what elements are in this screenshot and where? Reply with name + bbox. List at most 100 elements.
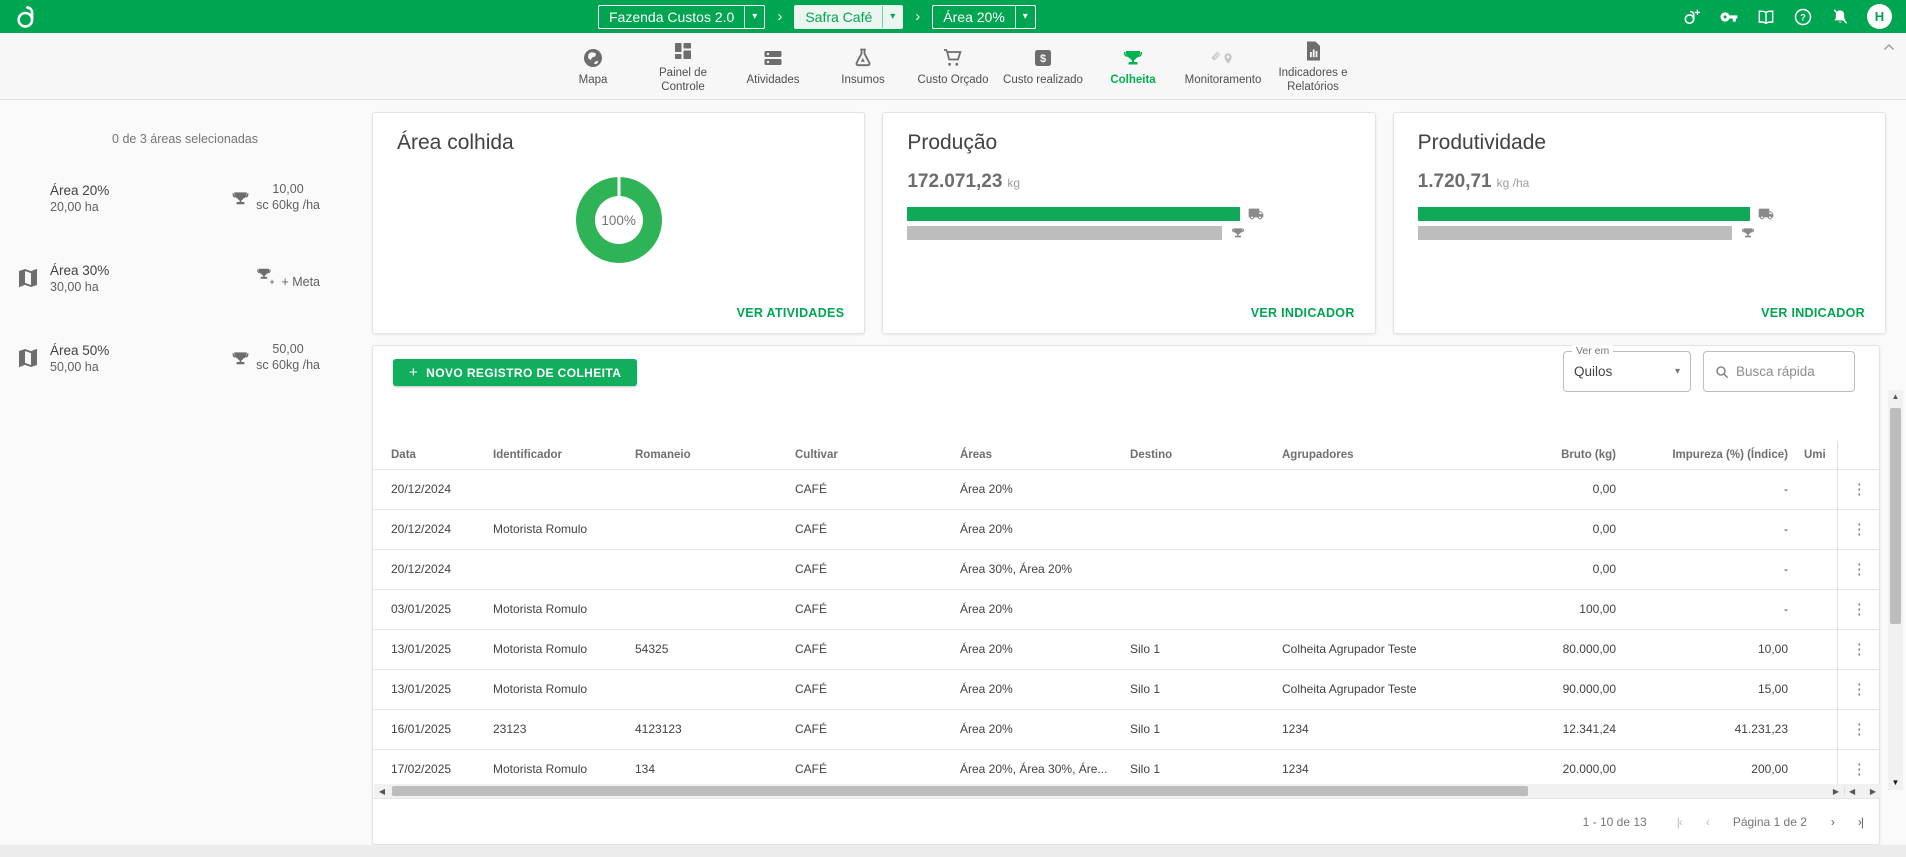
area-item-area-30[interactable]: Área 30%30,00 ha++ Meta [10,252,360,304]
table-row[interactable]: 03/01/2025Motorista RomuloCAFÉÁrea 20%10… [373,589,1881,629]
unit-select[interactable]: Ver em Quilos ▾ [1563,351,1691,392]
nav-item-custo-realizado[interactable]: $Custo realizado [1003,45,1083,87]
cell-romaneio [627,669,787,709]
area-goal-text: + Meta [281,275,320,291]
key-icon[interactable] [1719,7,1739,27]
see-indicator-link[interactable]: VER INDICADOR [1251,306,1355,320]
area-goal[interactable]: 50,00sc 60kg /ha [230,342,320,373]
notifications-off-icon[interactable] [1830,7,1850,27]
search-input[interactable] [1736,364,1844,379]
nav-item-monitoramento[interactable]: PROMonitoramento [1183,45,1263,87]
cell-umi [1796,749,1837,789]
row-actions-kebab-icon[interactable]: ⋮ [1837,709,1881,749]
column-header-identificador[interactable]: Identificador [485,441,627,469]
area-item-area-20[interactable]: Área 20%20,00 ha10,00sc 60kg /ha [10,172,360,224]
scroll-right-icon[interactable]: ▶ [1870,787,1876,796]
area-selector[interactable]: Área 20% ▾ [932,5,1036,29]
area-item-area-50[interactable]: Área 50%50,00 ha50,00sc 60kg /ha [10,332,360,384]
column-header-cultivar[interactable]: Cultivar [787,441,952,469]
table-row[interactable]: 17/02/2025Motorista Romulo134CAFÉÁrea 20… [373,749,1881,789]
table-row[interactable]: 16/01/2025231234123123CAFÉÁrea 20%Silo 1… [373,709,1881,749]
knowledge-book-icon[interactable] [1756,7,1776,27]
previous-page-icon[interactable]: ‹ [1706,815,1709,829]
column-header-destino[interactable]: Destino [1122,441,1274,469]
table-row[interactable]: 20/12/2024Motorista RomuloCAFÉÁrea 20%0,… [373,509,1881,549]
row-actions-kebab-icon[interactable]: ⋮ [1837,509,1881,549]
nav-item-colheita[interactable]: Colheita [1093,45,1173,87]
cell-romaneio [627,589,787,629]
svg-text:PRO: PRO [1213,51,1221,59]
cell-impureza-indice: 15,00 [1624,669,1796,709]
hscroll-track[interactable] [390,785,1828,797]
aegro-logo-icon[interactable] [14,4,40,30]
scroll-up-icon[interactable]: ▲ [1892,390,1900,404]
table-row[interactable]: 20/12/2024CAFÉÁrea 30%, Área 20%0,00-⋮ [373,549,1881,589]
table-header-row: DataIdentificadorRomaneioCultivarÁreasDe… [373,441,1881,469]
cell-areas: Área 30%, Área 20% [952,549,1122,589]
column-header-areas[interactable]: Áreas [952,441,1122,469]
table-row[interactable]: 20/12/2024CAFÉÁrea 20%0,00-⋮ [373,469,1881,509]
invite-user-icon[interactable] [1682,7,1702,27]
cell-romaneio [627,469,787,509]
area-goal[interactable]: 10,00sc 60kg /ha [230,182,320,213]
nav-item-indicadores-e-relatorios[interactable]: Indicadores e Relatórios [1273,38,1353,93]
scroll-down-icon[interactable]: ▼ [1892,776,1900,790]
scroll-right-icon[interactable]: ▶ [1828,787,1844,796]
row-actions-kebab-icon[interactable]: ⋮ [1837,749,1881,789]
row-actions-kebab-icon[interactable]: ⋮ [1837,629,1881,669]
user-avatar[interactable]: H [1867,4,1892,29]
new-harvest-record-button[interactable]: + NOVO REGISTRO DE COLHEITA [393,359,637,386]
area-name: Área 50% [50,343,230,358]
farm-selector[interactable]: Fazenda Custos 2.0 ▾ [598,5,765,29]
collapse-nav-icon[interactable] [1880,39,1898,57]
column-header-romaneio[interactable]: Romaneio [627,441,787,469]
report-document-icon [1300,38,1326,64]
cell-identificador: Motorista Romulo [485,629,627,669]
table-controls: Ver em Quilos ▾ [1563,351,1855,392]
nav-item-mapa[interactable]: Mapa [553,45,633,87]
row-actions-kebab-icon[interactable]: ⋮ [1837,549,1881,589]
column-header-agrupadores[interactable]: Agrupadores [1274,441,1479,469]
vscroll-thumb[interactable] [1890,408,1901,624]
hscroll-thumb[interactable] [392,786,1528,796]
help-icon[interactable]: ? [1793,7,1813,27]
flask-icon [850,45,876,71]
row-actions-kebab-icon[interactable]: ⋮ [1837,469,1881,509]
cell-areas: Área 20% [952,469,1122,509]
table-row[interactable]: 13/01/2025Motorista RomuloCAFÉÁrea 20%Si… [373,669,1881,709]
nav-item-atividades[interactable]: Atividades [733,45,813,87]
nav-item-insumos[interactable]: Insumos [823,45,903,87]
cell-bruto-kg: 0,00 [1479,469,1624,509]
cell-destino [1122,469,1274,509]
plus-icon: + [409,364,418,381]
see-activities-link[interactable]: VER ATIVIDADES [737,306,845,320]
area-goal[interactable]: ++ Meta [255,265,320,291]
column-header-bruto-kg[interactable]: Bruto (kg) [1479,441,1624,469]
last-page-icon[interactable]: ›| [1858,815,1863,829]
area-size: 30,00 ha [50,280,255,294]
cell-data: 17/02/2025 [373,749,485,789]
cell-umi [1796,549,1837,589]
areas-sidebar: 0 de 3 áreas selecionadas Área 20%20,00 … [0,100,370,845]
cell-identificador [485,469,627,509]
table-row[interactable]: 13/01/2025Motorista Romulo54325CAFÉÁrea … [373,629,1881,669]
vscroll-track[interactable] [1888,404,1903,776]
scroll-left-icon[interactable]: ◀ [374,787,390,796]
nav-item-custo-orcado[interactable]: Custo Orçado [913,45,993,87]
next-page-icon[interactable]: › [1831,815,1834,829]
area-name: Área 20% [50,183,230,198]
column-header-impureza-indice[interactable]: Impureza (%) (Índice) [1624,441,1796,469]
nav-item-painel-de-controle[interactable]: Painel de Controle [643,38,723,93]
cell-areas: Área 20% [952,629,1122,669]
season-selector[interactable]: Safra Café ▾ [794,5,903,29]
see-indicator-link[interactable]: VER INDICADOR [1761,306,1865,320]
row-actions-kebab-icon[interactable]: ⋮ [1837,669,1881,709]
quick-search [1703,351,1855,392]
scroll-left-icon[interactable]: ◀ [1849,787,1855,796]
row-actions-kebab-icon[interactable]: ⋮ [1837,589,1881,629]
cell-umi [1796,709,1837,749]
column-header-umi[interactable]: Umi [1796,441,1837,469]
column-header-data[interactable]: Data [373,441,485,469]
production-actual-bar [907,207,1239,221]
first-page-icon[interactable]: |‹ [1677,815,1682,829]
